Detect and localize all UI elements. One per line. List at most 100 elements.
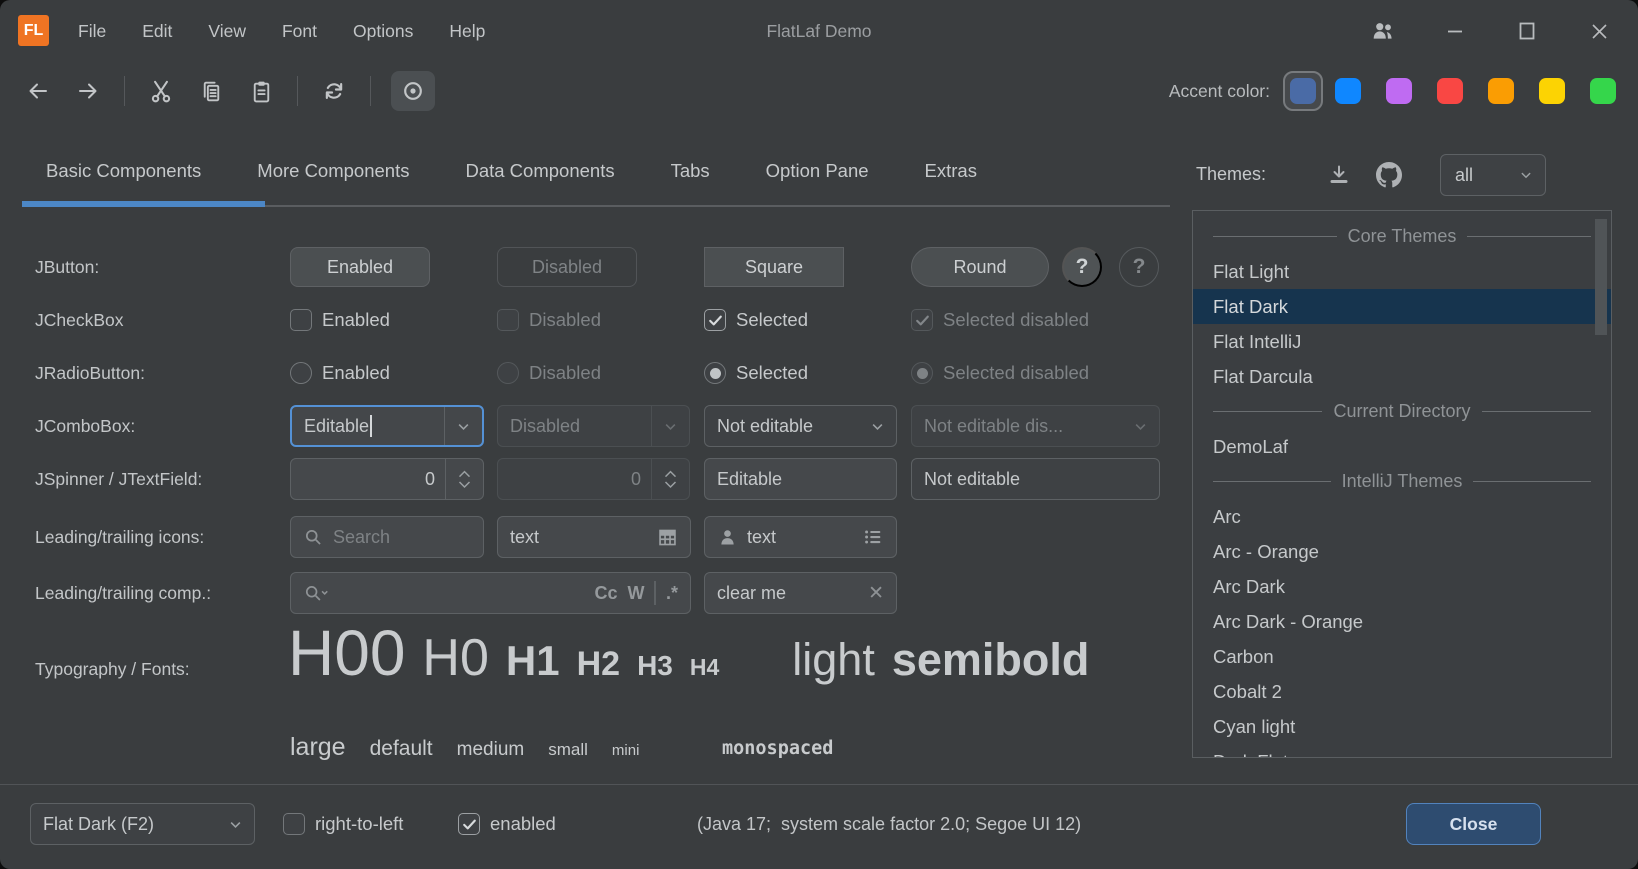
accent-swatch-default[interactable] (1290, 78, 1316, 104)
tab-basic-components[interactable]: Basic Components (46, 160, 201, 182)
accent-swatch-orange[interactable] (1488, 78, 1514, 104)
checkbox-icon[interactable] (290, 309, 312, 331)
back-button[interactable] (22, 75, 54, 107)
accent-swatch-blue[interactable] (1335, 78, 1361, 104)
close-window-button[interactable] (1586, 18, 1612, 44)
checkbox-selected-disabled: Selected disabled (911, 309, 1089, 331)
combobox-editable[interactable]: Editable (290, 405, 484, 447)
theme-item-cyan-light[interactable]: Cyan light (1193, 709, 1611, 744)
cut-button[interactable] (145, 75, 177, 107)
search-field-with-options[interactable]: Cc W .* (290, 572, 691, 614)
tab-option-pane[interactable]: Option Pane (766, 160, 869, 182)
table-icon[interactable] (657, 527, 678, 548)
users-icon[interactable] (1370, 18, 1396, 44)
checkbox-selected[interactable]: Selected (704, 309, 808, 331)
checkbox-enabled[interactable]: Enabled (290, 309, 390, 331)
theme-item-arc-dark[interactable]: Arc Dark (1193, 569, 1611, 604)
checkbox-checked-icon[interactable] (458, 813, 480, 835)
forward-button[interactable] (72, 75, 104, 107)
combobox-arrow-button[interactable] (216, 804, 254, 844)
combobox-arrow-button (1121, 406, 1159, 446)
menu-help[interactable]: Help (449, 21, 485, 42)
enabled-button[interactable]: Enabled (290, 247, 430, 287)
theme-item-arc-orange[interactable]: Arc - Orange (1193, 534, 1611, 569)
scrollbar-thumb[interactable] (1595, 219, 1607, 335)
theme-item-cobalt-2[interactable]: Cobalt 2 (1193, 674, 1611, 709)
help-button[interactable]: ? (1062, 247, 1102, 287)
theme-filter-combobox[interactable]: all (1440, 154, 1546, 196)
radio-icon[interactable] (290, 362, 312, 384)
enabled-checkbox[interactable]: enabled (458, 813, 556, 835)
paste-button[interactable] (245, 75, 277, 107)
combobox-not-editable[interactable]: Not editable (704, 405, 897, 447)
textfield-editable[interactable]: Editable (704, 458, 897, 500)
copy-icon (199, 79, 224, 104)
theme-item-flat-intellij[interactable]: Flat IntelliJ (1193, 324, 1611, 359)
radio-selected[interactable]: Selected (704, 362, 808, 384)
user-icon (717, 527, 738, 548)
chevron-up-icon (663, 468, 678, 479)
spinner-buttons[interactable] (445, 459, 483, 499)
checkbox-checked-icon[interactable] (704, 309, 726, 331)
rtl-checkbox[interactable]: right-to-left (283, 813, 403, 835)
text-field-user[interactable]: text (704, 516, 897, 558)
download-themes-button[interactable] (1322, 158, 1356, 192)
theme-item-flat-dark[interactable]: Flat Dark (1193, 289, 1611, 324)
tab-tabs[interactable]: Tabs (671, 160, 710, 182)
clear-field[interactable]: clear me ✕ (704, 572, 897, 614)
menu-view[interactable]: View (208, 21, 246, 42)
match-case-button[interactable]: Cc (594, 583, 617, 604)
whole-words-button[interactable]: W (627, 583, 644, 604)
menu-file[interactable]: File (78, 21, 106, 42)
accent-swatch-green[interactable] (1590, 78, 1616, 104)
menu-edit[interactable]: Edit (142, 21, 172, 42)
theme-item-arc[interactable]: Arc (1193, 499, 1611, 534)
search-dropdown-icon[interactable] (303, 583, 329, 604)
menu-options[interactable]: Options (353, 21, 413, 42)
accent-color-label: Accent color: (1169, 81, 1270, 102)
spinner-1[interactable]: 0 (290, 458, 484, 500)
combobox-arrow-button[interactable] (444, 407, 482, 445)
theme-item-flat-light[interactable]: Flat Light (1193, 254, 1611, 289)
list-icon[interactable] (862, 526, 884, 548)
regex-button[interactable]: .* (666, 583, 678, 604)
refresh-button[interactable] (318, 75, 350, 107)
maximize-button[interactable] (1514, 18, 1540, 44)
spinner-value: 0 (510, 469, 651, 490)
square-button[interactable]: Square (704, 247, 844, 287)
search-field[interactable]: Search (290, 516, 484, 558)
show-hidden-toggle[interactable] (391, 71, 435, 111)
copy-button[interactable] (195, 75, 227, 107)
checkbox-label: Selected disabled (943, 309, 1089, 331)
textfield-not-editable: Not editable (911, 458, 1160, 500)
round-button[interactable]: Round (911, 247, 1049, 287)
combobox-value: Not editable (717, 416, 813, 437)
tab-extras[interactable]: Extras (925, 160, 977, 182)
help-button-disabled: ? (1119, 247, 1159, 287)
radio-label: Selected (736, 362, 808, 384)
combobox-arrow-button[interactable] (858, 406, 896, 446)
download-icon (1327, 163, 1351, 187)
h1-sample: H1 (506, 637, 560, 685)
tab-more-components[interactable]: More Components (257, 160, 409, 182)
menu-font[interactable]: Font (282, 21, 317, 42)
accent-swatch-yellow[interactable] (1539, 78, 1565, 104)
text-field-table[interactable]: text (497, 516, 691, 558)
theme-item-arc-dark-orange[interactable]: Arc Dark - Orange (1193, 604, 1611, 639)
lookandfeel-combobox[interactable]: Flat Dark (F2) (30, 803, 255, 845)
close-button[interactable]: Close (1406, 803, 1541, 845)
theme-item-carbon[interactable]: Carbon (1193, 639, 1611, 674)
github-icon (1376, 162, 1402, 188)
minimize-button[interactable] (1442, 18, 1468, 44)
checkbox-icon[interactable] (283, 813, 305, 835)
theme-item-flat-darcula[interactable]: Flat Darcula (1193, 359, 1611, 394)
radio-enabled[interactable]: Enabled (290, 362, 390, 384)
github-button[interactable] (1372, 158, 1406, 192)
accent-swatch-red[interactable] (1437, 78, 1463, 104)
theme-item-dark-flat[interactable]: Dark Flat (1193, 744, 1611, 758)
theme-item-demolaf[interactable]: DemoLaf (1193, 429, 1611, 464)
clear-icon[interactable]: ✕ (868, 582, 884, 605)
radio-selected-icon[interactable] (704, 362, 726, 384)
accent-swatch-purple[interactable] (1386, 78, 1412, 104)
tab-data-components[interactable]: Data Components (465, 160, 614, 182)
